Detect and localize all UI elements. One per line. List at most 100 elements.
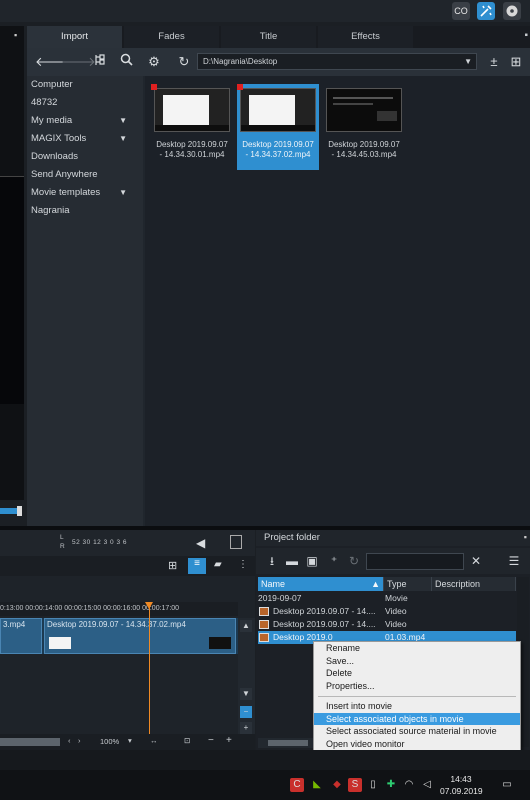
- menu-item-insert-into-movie[interactable]: Insert into movie: [314, 700, 520, 713]
- folder-icon[interactable]: ▬: [284, 553, 300, 569]
- zoom-out-track-icon[interactable]: −: [240, 706, 252, 718]
- sidebar-item-48732[interactable]: 48732: [27, 94, 143, 112]
- menu-item-select-associated-source[interactable]: Select associated source material in mov…: [314, 725, 520, 738]
- chevron-down-icon[interactable]: ▼: [119, 184, 127, 202]
- media-tabs: Import Fades Title Effects ▪: [27, 26, 530, 48]
- path-field[interactable]: D:\Nagrania\Desktop ▼: [197, 53, 477, 70]
- forward-arrow-icon[interactable]: 🡒: [61, 53, 96, 71]
- sidebar-item-downloads[interactable]: Downloads: [27, 148, 143, 166]
- close-icon[interactable]: ▪: [524, 532, 527, 542]
- volume-icon[interactable]: ◁: [420, 778, 434, 792]
- co-icon[interactable]: CO: [452, 2, 470, 20]
- column-headers: Name ▲ Type Description: [258, 577, 516, 591]
- timeline-horizontal-scrollbar[interactable]: [0, 738, 60, 746]
- storyboard-icon[interactable]: ⊞: [168, 559, 182, 573]
- scroll-up-icon[interactable]: ▲: [240, 620, 252, 632]
- file-thumbnail-selected[interactable]: Desktop 2019.09.07- 14.34.37.02.mp4: [237, 84, 319, 170]
- timeline-clip[interactable]: 3.mp4: [0, 618, 42, 654]
- fit-width-icon[interactable]: ↔: [150, 736, 158, 745]
- add-item-icon[interactable]: ⁺: [326, 553, 342, 569]
- usb-icon[interactable]: ▯: [366, 778, 380, 792]
- zoom-in-track-icon[interactable]: +: [240, 722, 252, 734]
- sidebar-item-label: Movie templates: [31, 187, 101, 198]
- sidebar-item-send-anywhere[interactable]: Send Anywhere: [27, 166, 143, 184]
- tab-effects[interactable]: Effects: [318, 26, 413, 48]
- xbox-icon[interactable]: ✚: [384, 778, 398, 792]
- list-item[interactable]: Desktop 2019.09.07 - 14.... Video: [258, 618, 516, 631]
- sidebar-item-magix-tools[interactable]: MAGIX Tools ▼: [27, 130, 143, 148]
- list-item[interactable]: Desktop 2019.09.07 - 14.... Video: [258, 605, 516, 618]
- chevron-left-icon[interactable]: ‹: [68, 736, 71, 745]
- status-bar: [0, 750, 530, 770]
- import-icon[interactable]: ⭳: [264, 553, 280, 569]
- back-arrow-icon[interactable]: 🡐: [35, 53, 70, 71]
- list-icon[interactable]: ⋮: [238, 559, 252, 573]
- menu-item-properties[interactable]: Properties...: [314, 680, 520, 693]
- clear-search-icon[interactable]: ✕: [468, 553, 484, 569]
- search-input[interactable]: [366, 553, 464, 570]
- menu-item-delete[interactable]: Delete: [314, 667, 520, 680]
- sidebar-item-nagrania[interactable]: Nagrania: [27, 202, 143, 220]
- file-thumbnail[interactable]: Desktop 2019.09.07- 14.34.30.01.mp4: [151, 84, 233, 170]
- list-view-icon[interactable]: ☰: [506, 553, 522, 569]
- column-type[interactable]: Type: [384, 577, 432, 591]
- disc-icon[interactable]: [503, 2, 521, 20]
- tab-import[interactable]: Import: [27, 26, 122, 48]
- refresh-icon[interactable]: ↻: [175, 53, 193, 71]
- system-clock[interactable]: 14:43 07.09.2019: [440, 773, 483, 797]
- tab-fades[interactable]: Fades: [124, 26, 219, 48]
- preview-scrollbar[interactable]: [0, 506, 24, 516]
- save-icon[interactable]: ▣: [304, 553, 320, 569]
- fit-screen-icon[interactable]: ⊡: [184, 736, 190, 745]
- wifi-icon[interactable]: ◠: [402, 778, 416, 792]
- gear-icon[interactable]: ⚙: [145, 53, 163, 71]
- sort-icon[interactable]: ±: [485, 53, 503, 71]
- scroll-down-icon[interactable]: ▼: [240, 688, 252, 700]
- calculator-icon[interactable]: [230, 535, 242, 549]
- film-icon: [259, 607, 269, 616]
- chevron-down-icon[interactable]: ▼: [119, 130, 127, 148]
- timeline-vertical-scrollbar[interactable]: ▲ ▼ − +: [238, 618, 255, 742]
- chevron-down-icon[interactable]: ▼: [464, 54, 472, 69]
- close-icon[interactable]: ▪: [524, 30, 528, 41]
- zoom-select[interactable]: 100%: [100, 737, 119, 746]
- sidebar-item-computer[interactable]: Computer: [27, 76, 143, 94]
- search-icon[interactable]: [117, 53, 135, 71]
- app-tray-icon[interactable]: C: [290, 778, 304, 792]
- nvidia-icon[interactable]: ◣: [310, 778, 324, 792]
- zoom-in-icon[interactable]: +: [226, 735, 232, 746]
- sidebar-item-movie-templates[interactable]: Movie templates ▼: [27, 184, 143, 202]
- menu-item-open-video-monitor[interactable]: Open video monitor: [314, 738, 520, 751]
- list-item[interactable]: 2019-09-07 Movie: [258, 592, 516, 605]
- menu-item-rename[interactable]: Rename: [314, 642, 520, 655]
- antivirus-icon[interactable]: ◆: [330, 778, 344, 792]
- chevron-down-icon[interactable]: ▾: [128, 736, 132, 745]
- menu-item-save[interactable]: Save...: [314, 655, 520, 668]
- timeline-mode-icon[interactable]: ≡: [188, 558, 206, 574]
- timeline-clip-selected[interactable]: Desktop 2019.09.07 - 14.34.37.02.mp4: [44, 618, 236, 654]
- speaker-icon[interactable]: ◀: [196, 536, 205, 550]
- tab-title[interactable]: Title: [221, 26, 316, 48]
- browser-sidebar: Computer 48732 My media ▼ MAGIX Tools ▼ Do…: [27, 76, 143, 526]
- sidebar-item-my-media[interactable]: My media ▼: [27, 112, 143, 130]
- playhead[interactable]: [145, 602, 153, 750]
- view-grid-icon[interactable]: ⊞: [507, 53, 525, 71]
- menu-item-select-associated-objects[interactable]: Select associated objects in movie: [314, 712, 520, 725]
- zoom-out-icon[interactable]: −: [208, 735, 214, 746]
- column-description[interactable]: Description: [432, 577, 516, 591]
- tray-app-icon[interactable]: S: [348, 778, 362, 792]
- chevron-right-icon[interactable]: ›: [78, 736, 81, 745]
- panel-close-icon[interactable]: ▪: [14, 30, 17, 40]
- refresh-icon[interactable]: ↻: [346, 553, 362, 569]
- notifications-icon[interactable]: ▭: [500, 778, 514, 792]
- time-ruler[interactable]: 0:13:00 00:00:14:00 00:00:15:00 00:00:16…: [0, 602, 238, 616]
- chevron-down-icon[interactable]: ▼: [119, 112, 127, 130]
- marker-icon: [151, 84, 157, 90]
- wrench-magic-icon[interactable]: [477, 2, 495, 20]
- marker-icon: [237, 84, 243, 90]
- project-toolbar: ⭳ ▬ ▣ ⁺ ↻ ✕ ☰: [256, 548, 530, 574]
- camera-icon[interactable]: ▰: [214, 559, 228, 573]
- file-thumbnail[interactable]: Desktop 2019.09.07- 14.34.45.03.mp4: [323, 84, 405, 170]
- column-name[interactable]: Name ▲: [258, 577, 384, 591]
- tree-view-icon[interactable]: [91, 53, 109, 71]
